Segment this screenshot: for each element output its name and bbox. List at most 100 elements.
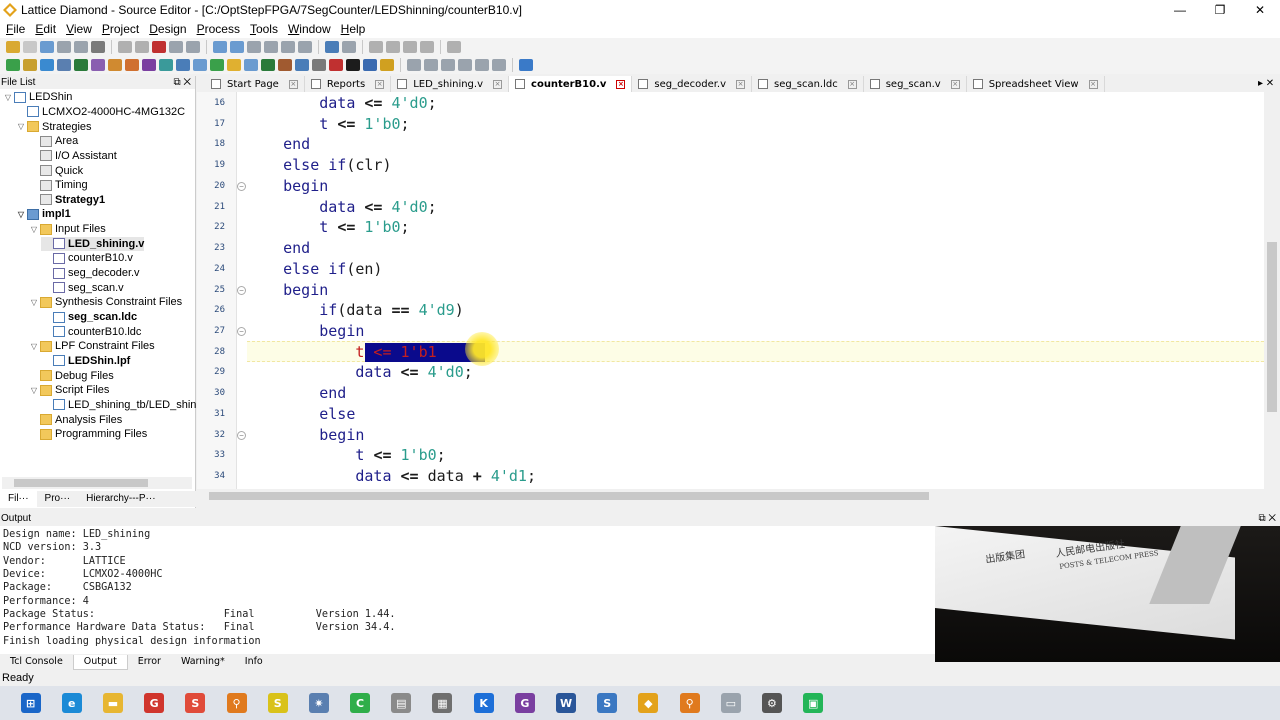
tree-item-impl1[interactable]: ▽ impl1 xyxy=(15,207,71,222)
expand-toggle-icon[interactable]: ▽ xyxy=(2,93,14,102)
search-tool-icon[interactable]: ⚲ xyxy=(226,693,247,713)
main-tool-4-icon[interactable] xyxy=(57,41,71,53)
main-tool-1-icon[interactable] xyxy=(6,41,20,53)
main-tool-12-icon[interactable] xyxy=(213,41,227,53)
main-tool-9-icon[interactable] xyxy=(152,41,166,53)
file-list-pane-controls[interactable]: ⧉ ✕ xyxy=(173,76,191,89)
main-tool-11-icon[interactable] xyxy=(186,41,200,53)
tab-error[interactable]: Error xyxy=(128,655,171,670)
main-tool-3-icon[interactable] xyxy=(40,41,54,53)
close-tab-icon[interactable]: × xyxy=(375,79,385,89)
process-tool-27-icon[interactable] xyxy=(458,59,472,71)
code-line[interactable]: end xyxy=(247,383,346,404)
process-tool-30-icon[interactable] xyxy=(519,59,533,71)
code-line[interactable]: t <= 1'b1 xyxy=(247,342,436,363)
tab-process[interactable]: Pro··· xyxy=(37,491,79,507)
tree-item-led-shining-v[interactable]: LED_shining.v xyxy=(41,236,145,252)
code-line[interactable]: data <= 4'd0; xyxy=(247,362,472,383)
menu-process[interactable]: Process xyxy=(197,22,240,36)
expand-toggle-icon[interactable]: ▽ xyxy=(28,298,40,307)
main-tool-10-icon[interactable] xyxy=(169,41,183,53)
tab-output[interactable]: Output xyxy=(72,655,128,670)
main-tool-16-icon[interactable] xyxy=(281,41,295,53)
file-explorer-icon[interactable]: ▬ xyxy=(102,693,123,713)
window-icon[interactable]: ▭ xyxy=(720,693,741,713)
restore-button[interactable]: ❐ xyxy=(1200,0,1240,20)
gear-blue-icon[interactable]: ✷ xyxy=(308,693,329,713)
process-tool-1-icon[interactable] xyxy=(6,59,20,71)
tree-item-counterb10-ldc[interactable]: counterB10.ldc xyxy=(41,324,141,339)
process-tool-23-icon[interactable] xyxy=(380,59,394,71)
tree-item-quick[interactable]: Quick xyxy=(28,163,83,178)
tree-item-programming-files[interactable]: Programming Files xyxy=(28,427,147,442)
tree-item-seg-scan-v[interactable]: seg_scan.v xyxy=(41,280,124,295)
main-tool-23-icon[interactable] xyxy=(420,41,434,53)
output-pane-controls[interactable]: ⧉ ✕ xyxy=(1258,512,1276,526)
editor-horizontal-scrollbar[interactable] xyxy=(197,489,1264,503)
close-tab-icon[interactable]: × xyxy=(288,79,298,89)
process-tool-19-icon[interactable] xyxy=(312,59,326,71)
process-tool-28-icon[interactable] xyxy=(475,59,489,71)
close-tab-icon[interactable]: × xyxy=(950,79,960,89)
process-tool-25-icon[interactable] xyxy=(424,59,438,71)
process-tool-17-icon[interactable] xyxy=(278,59,292,71)
tab-start-page[interactable]: Start Page × xyxy=(205,76,305,92)
menu-file[interactable]: File xyxy=(6,22,25,36)
process-tool-9-icon[interactable] xyxy=(142,59,156,71)
tree-item-ledshin-lpf[interactable]: LEDShin.lpf xyxy=(41,354,130,369)
menu-view[interactable]: View xyxy=(66,22,92,36)
main-tool-13-icon[interactable] xyxy=(230,41,244,53)
process-tool-7-icon[interactable] xyxy=(108,59,122,71)
close-tab-icon[interactable]: × xyxy=(616,79,626,89)
start-icon[interactable]: ⊞ xyxy=(20,693,41,713)
tab-seg-decoder-v[interactable]: seg_decoder.v × xyxy=(632,76,753,92)
process-tool-4-icon[interactable] xyxy=(57,59,71,71)
fold-toggle-icon[interactable]: − xyxy=(237,285,246,295)
code-line[interactable]: begin xyxy=(247,321,364,342)
process-tool-14-icon[interactable] xyxy=(227,59,241,71)
tree-item-led-shining-tb-led-shini[interactable]: LED_shining_tb/LED_shini xyxy=(41,398,199,413)
file-list-horizontal-scrollbar[interactable] xyxy=(2,477,192,489)
main-tool-14-icon[interactable] xyxy=(247,41,261,53)
code-line[interactable]: begin xyxy=(247,280,328,301)
tree-item-strategy1[interactable]: Strategy1 xyxy=(28,193,105,208)
expand-toggle-icon[interactable]: ▽ xyxy=(15,210,27,219)
process-tool-12-icon[interactable] xyxy=(193,59,207,71)
code-line[interactable]: end xyxy=(247,238,310,259)
tab-tcl-console[interactable]: Tcl Console xyxy=(0,655,73,670)
process-tool-2-icon[interactable] xyxy=(23,59,37,71)
main-tool-24-icon[interactable] xyxy=(447,41,461,53)
close-tab-icon[interactable]: × xyxy=(736,79,746,89)
tree-item-debug-files[interactable]: Debug Files xyxy=(28,368,114,383)
tree-item-strategies[interactable]: ▽ Strategies xyxy=(15,119,92,134)
tree-item-timing[interactable]: Timing xyxy=(28,178,88,193)
tree-item-lpf-constraint-files[interactable]: ▽ LPF Constraint Files xyxy=(28,339,155,354)
app-yellow-icon[interactable]: S xyxy=(267,693,288,713)
process-tool-8-icon[interactable] xyxy=(125,59,139,71)
main-tool-7-icon[interactable] xyxy=(118,41,132,53)
main-tool-6-icon[interactable] xyxy=(91,41,105,53)
code-line[interactable]: data <= 4'd0; xyxy=(247,197,436,218)
app-blue-k-icon[interactable]: K xyxy=(473,693,494,713)
minimize-button[interactable]: — xyxy=(1160,0,1200,20)
menu-window[interactable]: Window xyxy=(288,22,331,36)
app-red-g-icon[interactable]: G xyxy=(144,693,165,713)
code-line[interactable]: t <= 1'b0; xyxy=(247,217,409,238)
close-tab-icon[interactable]: × xyxy=(847,79,857,89)
expand-toggle-icon[interactable]: ▽ xyxy=(28,342,40,351)
notepad-icon[interactable]: ▤ xyxy=(391,693,412,713)
menu-project[interactable]: Project xyxy=(102,22,139,36)
menu-edit[interactable]: Edit xyxy=(35,22,56,36)
process-tool-13-icon[interactable] xyxy=(210,59,224,71)
process-tool-22-icon[interactable] xyxy=(363,59,377,71)
tree-item-input-files[interactable]: ▽ Input Files xyxy=(28,222,106,237)
code-line[interactable]: t <= 1'b0; xyxy=(247,114,409,135)
search-orange-icon[interactable]: ⚲ xyxy=(679,693,700,713)
tab-file-list[interactable]: Fil··· xyxy=(0,491,37,507)
process-tool-6-icon[interactable] xyxy=(91,59,105,71)
main-tool-21-icon[interactable] xyxy=(386,41,400,53)
fold-toggle-icon[interactable]: − xyxy=(237,327,246,337)
output-console[interactable]: Design name: LED_shining NCD version: 3.3… xyxy=(0,526,935,654)
code-line[interactable]: begin xyxy=(247,176,328,197)
code-line[interactable]: data <= data + 4'd1; xyxy=(247,466,536,487)
